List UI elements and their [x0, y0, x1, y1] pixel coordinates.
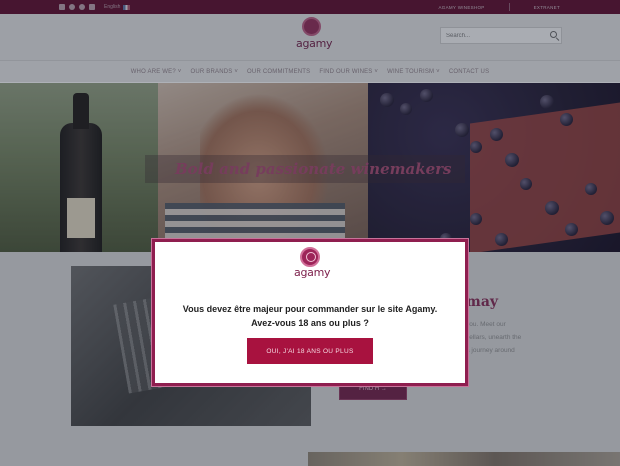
logo-mark-icon [300, 247, 320, 267]
age-verification-modal: agamy Vous devez être majeur pour comman… [152, 239, 468, 386]
modal-question: Avez-vous 18 ans ou plus ? [251, 318, 369, 328]
modal-logo: agamy [294, 247, 331, 279]
modal-message: Vous devez être majeur pour commander su… [182, 304, 438, 314]
modal-logo-text: agamy [294, 266, 331, 279]
confirm-age-button[interactable]: OUI, J'AI 18 ANS OU PLUS [247, 338, 373, 364]
modal-backdrop[interactable] [0, 0, 620, 466]
